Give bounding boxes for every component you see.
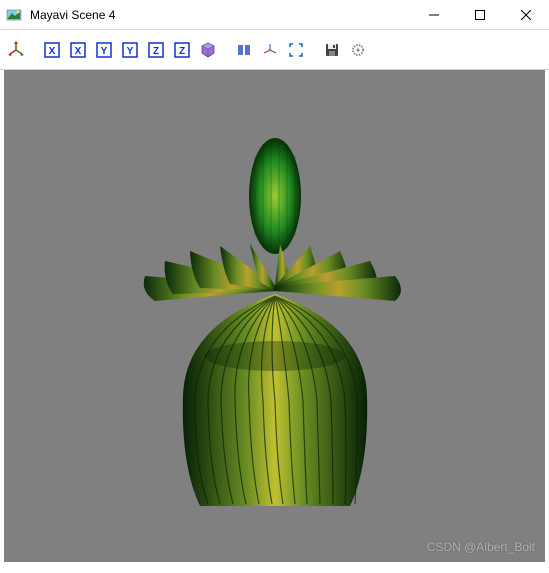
app-icon [6,7,22,23]
svg-text:Y: Y [127,46,134,57]
rendered-scene [105,116,445,516]
view-y-plus-button[interactable]: Y [92,38,116,62]
view-z-minus-button[interactable]: Z [170,38,194,62]
view-y-minus-button[interactable]: Y [118,38,142,62]
isometric-view-button[interactable] [196,38,220,62]
save-button[interactable] [320,38,344,62]
view-z-plus-button[interactable]: Z [144,38,168,62]
fullscreen-button[interactable] [284,38,308,62]
svg-text:X: X [75,46,82,57]
scene-viewport[interactable]: CSDN @Albert_Bolt [4,70,545,562]
minimize-button[interactable] [411,0,457,30]
toolbar: X X Y Y Z Z [0,30,549,70]
view-x-minus-button[interactable]: X [66,38,90,62]
configure-button[interactable] [346,38,370,62]
svg-text:Z: Z [179,46,185,57]
svg-text:Z: Z [153,46,159,57]
svg-text:Y: Y [101,46,108,57]
maximize-button[interactable] [457,0,503,30]
close-button[interactable] [503,0,549,30]
axes-indicator-button[interactable] [258,38,282,62]
view-x-plus-button[interactable]: X [40,38,64,62]
watermark-text: CSDN @Albert_Bolt [427,540,535,554]
titlebar: Mayavi Scene 4 [0,0,549,30]
reset-view-button[interactable] [4,38,28,62]
window-title: Mayavi Scene 4 [28,8,411,22]
parallel-projection-button[interactable] [232,38,256,62]
svg-text:X: X [49,46,56,57]
